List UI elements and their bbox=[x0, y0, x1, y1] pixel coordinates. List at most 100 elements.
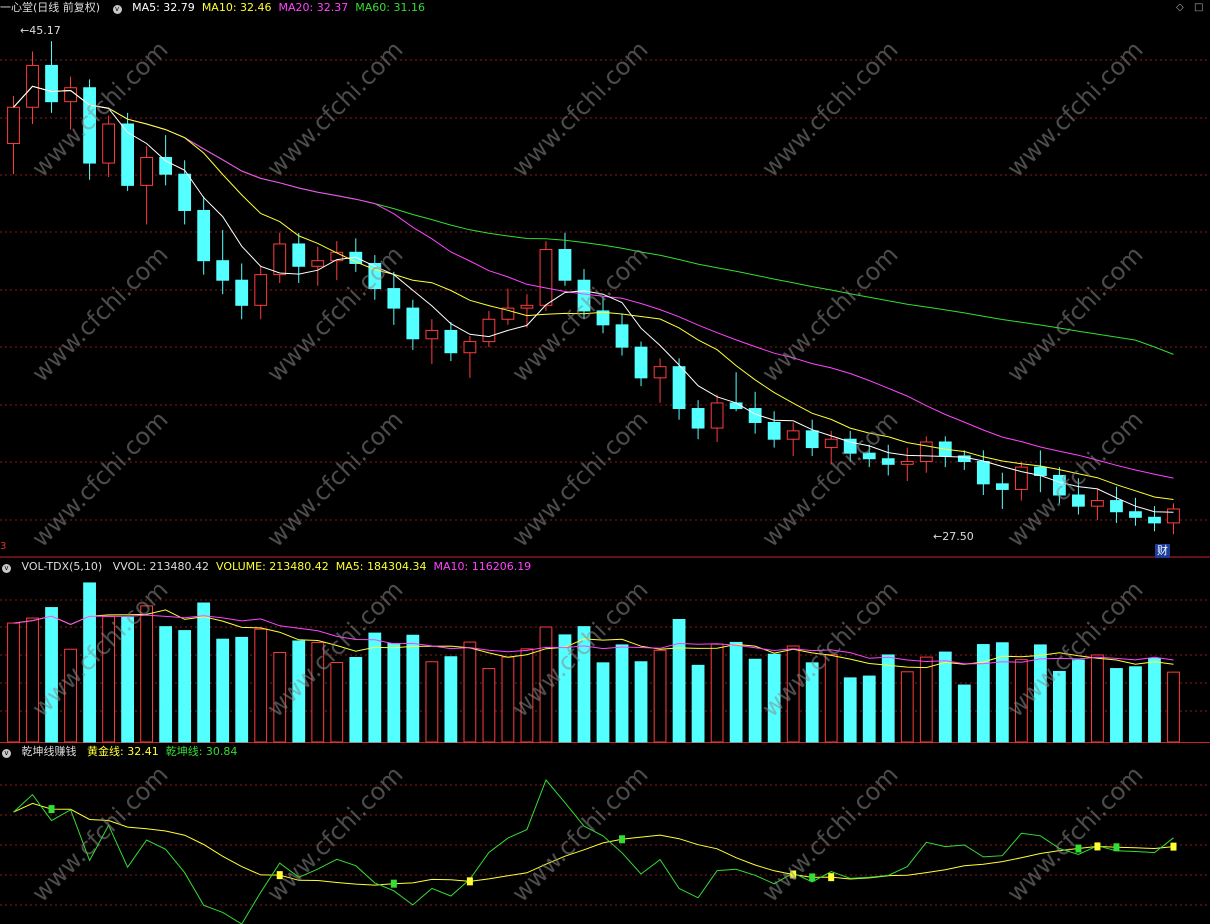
ma-label-0: MA5: 32.79 bbox=[132, 1, 195, 14]
volume-bar bbox=[672, 618, 686, 743]
volume-bar bbox=[482, 668, 496, 743]
ma-label-1: MA10: 32.46 bbox=[201, 1, 272, 14]
volume-bar bbox=[102, 616, 115, 743]
candle-body bbox=[786, 430, 800, 440]
volume-bar bbox=[710, 643, 724, 743]
volume-bar bbox=[463, 641, 477, 743]
volume-bar bbox=[311, 641, 325, 743]
volume-bar bbox=[292, 640, 306, 743]
volume-bar bbox=[349, 656, 363, 743]
crossover-marker bbox=[466, 877, 473, 886]
volume-bar bbox=[1014, 659, 1028, 743]
volume-bar bbox=[824, 654, 838, 743]
candle-body bbox=[1148, 516, 1161, 524]
volume-bar bbox=[254, 628, 268, 743]
candle-body bbox=[1072, 494, 1085, 507]
candle-body bbox=[995, 483, 1009, 490]
volume-bar bbox=[7, 622, 20, 743]
candle-body bbox=[862, 452, 876, 460]
settings-circle-icon[interactable]: v bbox=[112, 5, 122, 14]
volume-bar bbox=[805, 662, 819, 743]
candle-body bbox=[767, 421, 781, 440]
volume-bar bbox=[425, 661, 439, 743]
candle-body bbox=[7, 106, 20, 145]
stock-chart bbox=[0, 41, 1210, 924]
candle-body bbox=[634, 346, 648, 379]
volume-bar bbox=[577, 626, 591, 743]
candle-body bbox=[482, 318, 496, 343]
candle-body bbox=[292, 243, 306, 267]
volume-panel-header: v VOL-TDX(5,10) VVOL: 213480.42 VOLUME: 2… bbox=[0, 559, 545, 575]
candle-body bbox=[900, 461, 914, 465]
candle-body bbox=[64, 87, 77, 103]
crossover-marker bbox=[1094, 842, 1101, 851]
candle-body bbox=[45, 64, 58, 103]
volume-bar bbox=[729, 641, 743, 743]
candle-body bbox=[1129, 511, 1142, 518]
candle-body bbox=[976, 461, 990, 485]
candle-body bbox=[178, 173, 192, 211]
candle-body bbox=[273, 243, 287, 276]
volume-bar bbox=[1072, 659, 1085, 743]
volume-bar bbox=[615, 644, 629, 743]
ma5-line bbox=[13, 85, 1174, 513]
candle-body bbox=[881, 458, 895, 465]
candle-body bbox=[387, 288, 401, 309]
osc-indicator-name: 乾坤线赚钱 bbox=[21, 745, 77, 758]
price-ma-legend: MA5: 32.79 MA10: 32.46 MA20: 32.37 MA60: 31… bbox=[132, 1, 432, 14]
volume-bar bbox=[1110, 668, 1123, 743]
volume-bar bbox=[919, 656, 933, 743]
volume-bar bbox=[653, 649, 667, 743]
candle-body bbox=[653, 366, 667, 379]
candle-body bbox=[1091, 500, 1104, 507]
osc-panel-header: v 乾坤线赚钱 黄金线: 32.41 乾坤线: 30.84 bbox=[0, 744, 251, 760]
volume-bar bbox=[159, 626, 173, 743]
candle-body bbox=[824, 438, 838, 449]
volume-bar bbox=[330, 661, 344, 743]
candle-body bbox=[843, 438, 857, 454]
max-price-label: ←45.17 bbox=[20, 24, 61, 37]
candle-body bbox=[577, 279, 591, 312]
golden-line bbox=[13, 802, 1174, 886]
ma20-line bbox=[13, 85, 1174, 479]
restore-icon[interactable]: ◇ bbox=[1176, 2, 1184, 13]
volume-bar bbox=[596, 662, 610, 743]
candle-body bbox=[368, 262, 382, 290]
volume-bar bbox=[786, 645, 800, 743]
finance-badge[interactable]: 财 bbox=[1155, 544, 1170, 558]
crossover-marker bbox=[276, 871, 283, 880]
corner-glyph: 3 bbox=[0, 541, 7, 552]
candle-body bbox=[1167, 508, 1180, 524]
volume-bar bbox=[235, 636, 249, 743]
ma60-line bbox=[13, 85, 1174, 355]
candle-body bbox=[444, 329, 458, 354]
volume-settings-circle-icon[interactable]: v bbox=[2, 564, 11, 573]
candle-body bbox=[805, 430, 819, 449]
crossover-marker bbox=[828, 873, 835, 882]
osc-settings-circle-icon[interactable]: v bbox=[2, 749, 11, 758]
volume-bar bbox=[387, 642, 401, 743]
price-indicator-name: 一心堂(日线 前复权) bbox=[0, 1, 101, 14]
ma-label-3: MA60: 31.16 bbox=[355, 1, 425, 14]
candle-body bbox=[216, 260, 230, 281]
volume-bar bbox=[501, 656, 515, 743]
volume-bar bbox=[767, 653, 781, 743]
volume-bar bbox=[83, 582, 96, 743]
volume-bar bbox=[938, 651, 952, 743]
candle-body bbox=[197, 209, 211, 262]
candle-body bbox=[83, 87, 96, 164]
crossover-marker bbox=[390, 879, 397, 888]
volume-bar bbox=[64, 648, 77, 743]
candle-body bbox=[235, 279, 249, 306]
volume-bar bbox=[634, 661, 648, 743]
osc-label-0: 黄金线: 32.41 bbox=[87, 745, 159, 758]
candle-body bbox=[691, 408, 705, 429]
panel-box-icon[interactable]: □ bbox=[1194, 2, 1203, 13]
volume-bar bbox=[406, 634, 420, 743]
volume-bar bbox=[216, 638, 230, 743]
volume-bar bbox=[1148, 658, 1161, 743]
volume-bar bbox=[1167, 671, 1180, 743]
volume-bar bbox=[957, 684, 971, 743]
volume-bar bbox=[1091, 654, 1104, 743]
volume-bar bbox=[843, 677, 857, 743]
